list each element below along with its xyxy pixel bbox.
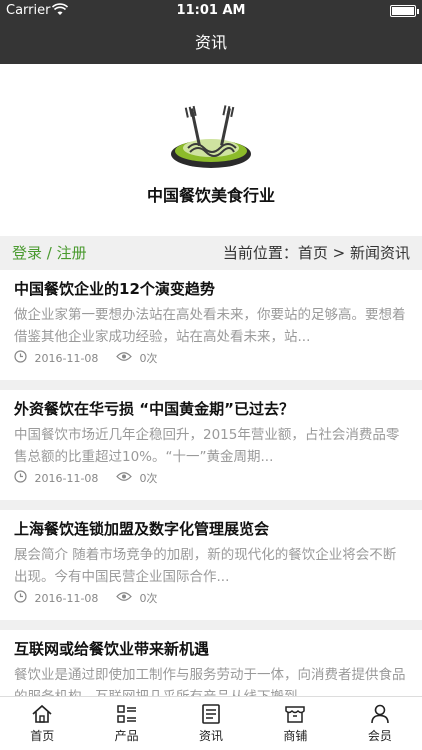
news-meta: 2016-11-08 0次 [14, 590, 157, 606]
news-title[interactable]: 中国餐饮企业的12个演变趋势 [14, 278, 408, 302]
nav-bar: 资讯 [0, 22, 422, 64]
news-title[interactable]: 上海餐饮连锁加盟及数字化管理展览会 [14, 518, 408, 542]
battery-tip [417, 9, 419, 14]
eye-icon [116, 591, 132, 607]
news-summary: 中国餐饮市场近几年企稳回升，2015年营业额，占社会消费品零售总额的比重超过10… [14, 427, 400, 465]
eye-icon [116, 351, 132, 367]
news-item[interactable]: 上海餐饮连锁加盟及数字化管理展览会 展会简介 随着市场竞争的加剧，新的现代化的餐… [0, 510, 422, 620]
divider [0, 380, 422, 390]
eye-icon [116, 471, 132, 487]
home-icon [32, 704, 52, 723]
tab-label: 首页 [30, 729, 55, 743]
battery-icon [390, 5, 416, 17]
news-meta: 2016-11-08 0次 [14, 470, 157, 486]
brand-banner: 中国餐饮美食行业 [0, 64, 422, 236]
news-views: 0次 [139, 592, 158, 605]
brand-name: 中国餐饮美食行业 [146, 186, 275, 205]
tab-news[interactable]: 资讯 [169, 697, 253, 750]
divider [0, 500, 422, 510]
news-title[interactable]: 互联网或给餐饮业带来新机遇 [14, 638, 408, 662]
tab-label: 会员 [367, 729, 392, 743]
tab-products[interactable]: 产品 [84, 697, 168, 750]
news-meta: 2016-11-08 0次 [14, 350, 157, 366]
clock-icon [14, 470, 27, 488]
user-icon [371, 704, 389, 724]
noodle-bowl-logo [171, 105, 251, 168]
shop-icon [285, 706, 306, 723]
news-title[interactable]: 外资餐饮在华亏损 “中国黄金期”已过去？ [14, 398, 408, 422]
page-title: 资讯 [194, 33, 227, 52]
clock: 11:01 AM [176, 3, 246, 18]
clock-icon [14, 350, 27, 368]
tab-label: 资讯 [199, 729, 224, 743]
news-views: 0次 [139, 472, 158, 485]
tab-shop[interactable]: 商铺 [253, 697, 337, 750]
grid-list-icon [116, 705, 136, 723]
divider [0, 620, 422, 630]
news-views: 0次 [139, 352, 158, 365]
news-item[interactable]: 中国餐饮企业的12个演变趋势 做企业家第一要想办法站在高处看未来，你要站的足够高… [0, 270, 422, 380]
login-register-link[interactable]: 登录 / 注册 [12, 236, 87, 270]
breadcrumb: 当前位置：首页 > 新闻资讯 [222, 244, 410, 262]
news-summary: 做企业家第一要想办法站在高处看未来，你要站的足够高。要想着借鉴其他企业家成功经验… [14, 307, 406, 345]
news-icon [202, 704, 220, 724]
clock-icon [14, 590, 27, 608]
news-list: 中国餐饮企业的12个演变趋势 做企业家第一要想办法站在高处看未来，你要站的足够高… [0, 270, 422, 740]
tab-label: 商铺 [283, 729, 308, 743]
tab-member[interactable]: 会员 [338, 697, 422, 750]
tab-home[interactable]: 首页 [0, 697, 84, 750]
status-bar: Carrier 11:01 AM [0, 0, 422, 22]
bottom-tab-bar: 首页 产品 资讯 商铺 会员 [0, 696, 422, 750]
tab-label: 产品 [114, 729, 139, 743]
news-date: 2016-11-08 [34, 472, 99, 485]
news-date: 2016-11-08 [34, 592, 99, 605]
news-date: 2016-11-08 [34, 352, 99, 365]
news-summary: 展会简介 随着市场竞争的加剧，新的现代化的餐饮企业将会不断出现。今有中国民营企业… [14, 547, 397, 585]
location-bar: 登录 / 注册 当前位置：首页 > 新闻资讯 [0, 236, 422, 270]
news-item[interactable]: 外资餐饮在华亏损 “中国黄金期”已过去？ 中国餐饮市场近几年企稳回升，2015年… [0, 390, 422, 500]
